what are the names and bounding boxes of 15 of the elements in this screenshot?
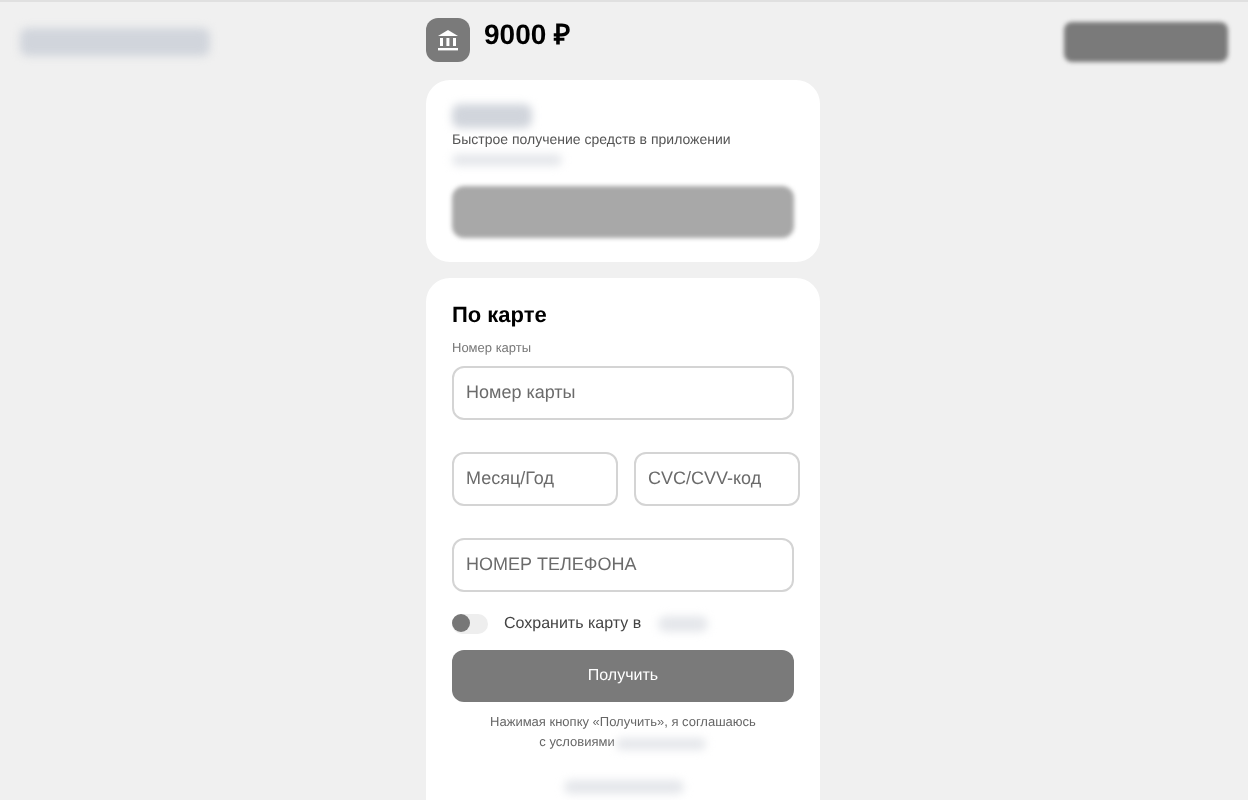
blurred-block	[657, 615, 708, 632]
bank-icon	[426, 18, 470, 62]
submit-button[interactable]: Получить	[452, 649, 794, 702]
amount-text: 9000 ₽	[484, 15, 571, 53]
form-title: По карте	[452, 301, 549, 331]
input-field[interactable]: CVC/CVV-код	[634, 451, 800, 506]
toggle-switch[interactable]	[452, 613, 488, 634]
header-button[interactable]	[1064, 22, 1228, 62]
input-field[interactable]: Месяц/Год	[452, 451, 618, 506]
blurred-block	[452, 104, 532, 128]
blurred-block	[563, 779, 683, 794]
input-field[interactable]: Номер карты	[452, 365, 794, 420]
toggle-label: Сохранить карту в	[504, 611, 642, 636]
input-field[interactable]: НОМЕР ТЕЛЕФОНА	[452, 537, 794, 592]
app-button[interactable]	[452, 185, 794, 237]
